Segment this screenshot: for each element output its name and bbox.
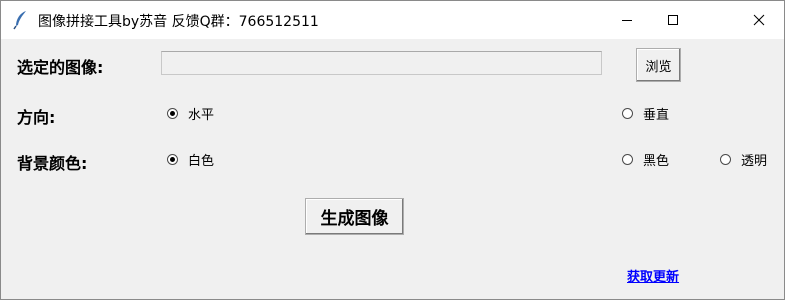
minimize-icon (621, 11, 633, 30)
radio-label: 黑色 (643, 154, 670, 169)
get-update-link[interactable]: 获取更新 (627, 266, 679, 285)
radio-unchecked-icon (622, 154, 633, 165)
radio-black[interactable]: 黑色 (622, 150, 669, 169)
radio-checked-icon (167, 154, 178, 165)
direction-label: 方向: (17, 108, 56, 127)
radio-unchecked-icon (622, 108, 633, 119)
app-window: 图像拼接工具by苏音 反馈Q群：766512511 选定的图像: 浏览 方向: … (0, 0, 785, 300)
radio-label: 水平 (188, 108, 215, 123)
close-icon (753, 11, 765, 30)
radio-horizontal[interactable]: 水平 (167, 104, 214, 123)
image-path-input[interactable] (161, 51, 602, 75)
radio-white[interactable]: 白色 (167, 150, 214, 169)
maximize-icon (667, 11, 679, 30)
image-label: 选定的图像: (17, 58, 104, 77)
radio-vertical[interactable]: 垂直 (622, 104, 669, 123)
title-bar[interactable]: 图像拼接工具by苏音 反馈Q群：766512511 (1, 1, 784, 39)
window-title: 图像拼接工具by苏音 反馈Q群：766512511 (38, 14, 319, 30)
close-button[interactable] (736, 1, 782, 39)
radio-unchecked-icon (720, 154, 731, 165)
radio-label: 透明 (741, 154, 768, 169)
background-color-label: 背景颜色: (17, 154, 88, 173)
minimize-button[interactable] (604, 1, 650, 39)
radio-label: 白色 (188, 154, 215, 169)
generate-image-button[interactable]: 生成图像 (305, 198, 404, 235)
browse-button[interactable]: 浏览 (636, 48, 681, 82)
radio-label: 垂直 (643, 108, 670, 123)
feather-icon (12, 10, 30, 30)
radio-transparent[interactable]: 透明 (720, 150, 767, 169)
radio-checked-icon (167, 108, 178, 119)
maximize-button[interactable] (650, 1, 696, 39)
